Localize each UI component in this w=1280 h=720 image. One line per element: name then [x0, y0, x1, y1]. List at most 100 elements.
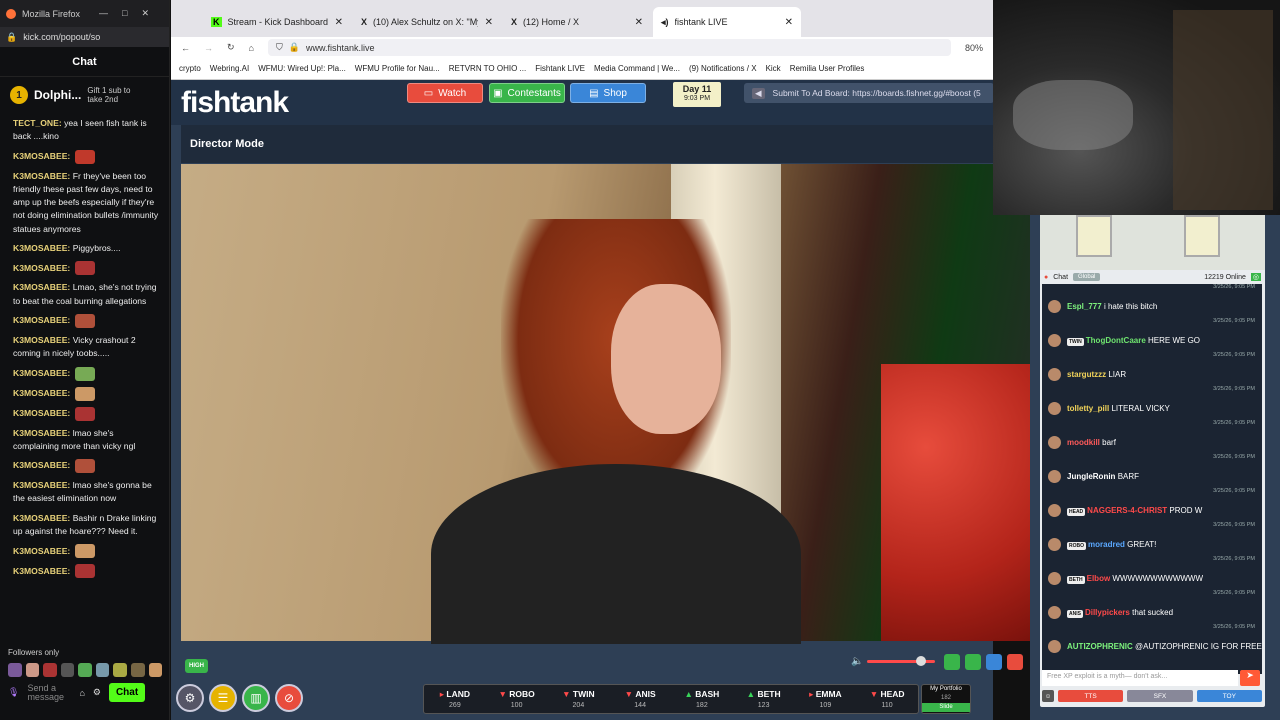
- global-tab[interactable]: Global: [1073, 273, 1101, 281]
- settings-icon[interactable]: ⚙: [93, 687, 101, 698]
- score-beth[interactable]: ▲ BETH 123: [733, 685, 795, 713]
- chat-username[interactable]: TECT_ONE:: [13, 118, 62, 128]
- message-input[interactable]: Send a message: [27, 683, 71, 702]
- avatar[interactable]: [1048, 470, 1061, 483]
- chat-username[interactable]: K3MOSABEE:: [13, 263, 70, 273]
- portfolio-widget[interactable]: My Portfolio 182 Slide: [921, 684, 971, 714]
- bookmark-item[interactable]: Remilia User Profiles: [790, 64, 865, 73]
- chat-username[interactable]: moodkill: [1067, 438, 1100, 447]
- score-head[interactable]: ▼ HEAD 110: [856, 685, 918, 713]
- live-video-player[interactable]: [181, 164, 1030, 644]
- chat-username[interactable]: K3MOSABEE:: [13, 408, 70, 418]
- coins-icon[interactable]: ☰: [209, 684, 237, 712]
- ban-icon[interactable]: ⊘: [275, 684, 303, 712]
- contestant-card[interactable]: [1076, 215, 1112, 257]
- bookmark-item[interactable]: WFMU: Wired Up!: Pla...: [258, 64, 346, 73]
- chat-send-button[interactable]: Chat: [108, 683, 146, 702]
- bookmark-item[interactable]: crypto: [179, 64, 201, 73]
- bookmark-item[interactable]: Kick: [766, 64, 781, 73]
- chat-username[interactable]: Espl_777: [1067, 302, 1102, 311]
- emoji-icon[interactable]: ☺: [1042, 690, 1054, 702]
- chat-username[interactable]: K3MOSABEE:: [13, 335, 70, 345]
- window-controls[interactable]: —□✕: [99, 8, 163, 19]
- chat-username[interactable]: K3MOSABEE:: [13, 243, 70, 253]
- avatar[interactable]: [1048, 504, 1061, 517]
- chat-username[interactable]: K3MOSABEE:: [13, 566, 70, 576]
- cast-icon[interactable]: [965, 654, 981, 670]
- forward-icon[interactable]: →: [204, 43, 213, 53]
- home-icon[interactable]: ⌂: [249, 43, 254, 53]
- sfx-button[interactable]: SFX: [1127, 690, 1193, 702]
- chat-username[interactable]: Dillypickers: [1085, 608, 1130, 617]
- chat-username[interactable]: K3MOSABEE:: [13, 368, 70, 378]
- browser-tab[interactable]: ◂) fishtank LIVE ✕: [653, 7, 801, 37]
- bookmark-item[interactable]: RETVRN TO OHIO ...: [449, 64, 527, 73]
- kick-url-bar[interactable]: 🔒 kick.com/popout/so: [0, 27, 169, 47]
- chat-username[interactable]: Elbow: [1087, 574, 1111, 583]
- avatar[interactable]: [1048, 572, 1061, 585]
- chat-username[interactable]: K3MOSABEE:: [13, 151, 70, 161]
- record-icon[interactable]: [1007, 654, 1023, 670]
- address-bar[interactable]: ⛉ 🔒 www.fishtank.live: [267, 39, 951, 56]
- chat-username[interactable]: K3MOSABEE:: [13, 546, 70, 556]
- chat-username[interactable]: K3MOSABEE:: [13, 428, 70, 438]
- reload-icon[interactable]: ↻: [227, 42, 235, 53]
- tts-button[interactable]: TTS: [1057, 690, 1124, 702]
- browser-tab[interactable]: X (12) Home / X ✕: [503, 7, 651, 37]
- score-land[interactable]: ▸ LAND 269: [424, 685, 486, 713]
- fullscreen-icon[interactable]: [986, 654, 1002, 670]
- close-tab-icon[interactable]: ✕: [785, 17, 793, 28]
- chat-username[interactable]: stargutzzz: [1067, 370, 1106, 379]
- chat-username[interactable]: K3MOSABEE:: [13, 282, 70, 292]
- chat-username[interactable]: ThogDontCaare: [1086, 336, 1146, 345]
- avatar[interactable]: [1048, 402, 1061, 415]
- portfolio-action[interactable]: Slide: [922, 703, 970, 712]
- speaker-icon[interactable]: 🔈: [851, 656, 863, 667]
- mic-icon[interactable]: 🎙: [8, 687, 19, 698]
- browser-tab[interactable]: X (10) Alex Schultz on X: "My New ✕: [353, 7, 501, 37]
- emote-row[interactable]: [8, 663, 163, 677]
- chat-username[interactable]: K3MOSABEE:: [13, 480, 70, 490]
- chat-username[interactable]: K3MOSABEE:: [13, 315, 70, 325]
- users-icon[interactable]: ◎: [1250, 273, 1261, 281]
- volume-slider[interactable]: [867, 656, 935, 666]
- inventory-icon[interactable]: ▥: [242, 684, 270, 712]
- watch-button[interactable]: ▭ Watch: [407, 83, 483, 103]
- avatar[interactable]: [1048, 300, 1061, 313]
- back-icon[interactable]: ←: [181, 43, 190, 53]
- toy-button[interactable]: TOY: [1196, 690, 1263, 702]
- chat-username[interactable]: tolletty_pill: [1067, 404, 1109, 413]
- gift-icon[interactable]: ⌂: [79, 688, 84, 698]
- bookmark-item[interactable]: Media Command | We...: [594, 64, 680, 73]
- chat-username[interactable]: moradred: [1088, 540, 1125, 549]
- quality-badge[interactable]: HIGH: [185, 659, 208, 673]
- chat-username[interactable]: AUTIZOPHRENIC: [1067, 642, 1133, 651]
- score-bash[interactable]: ▲ BASH 182: [671, 685, 733, 713]
- bookmark-item[interactable]: Fishtank LIVE: [535, 64, 585, 73]
- contestants-button[interactable]: ▣ Contestants: [489, 83, 565, 103]
- captions-icon[interactable]: [944, 654, 960, 670]
- ad-board-banner[interactable]: ◀ Submit To Ad Board: https://boards.fis…: [744, 83, 994, 103]
- avatar[interactable]: [1048, 436, 1061, 449]
- score-emma[interactable]: ▸ EMMA 109: [795, 685, 857, 713]
- contestant-card[interactable]: [1184, 215, 1220, 257]
- pinned-gifter[interactable]: 1 Dolphi... Gift 1 sub to take 2nd: [0, 77, 169, 113]
- avatar[interactable]: [1048, 640, 1061, 653]
- send-icon[interactable]: ➤: [1240, 670, 1260, 686]
- bookmark-item[interactable]: (9) Notifications / X: [689, 64, 757, 73]
- fishtank-logo[interactable]: fishtank: [181, 86, 289, 120]
- chat-username[interactable]: NAGGERS-4-CHRIST: [1087, 506, 1167, 515]
- chat-input[interactable]: Free XP exploit is a myth— don't ask...: [1042, 670, 1238, 686]
- avatar[interactable]: [1048, 606, 1061, 619]
- score-robo[interactable]: ▼ ROBO 100: [486, 685, 548, 713]
- score-twin[interactable]: ▼ TWIN 204: [548, 685, 610, 713]
- chat-username[interactable]: K3MOSABEE:: [13, 460, 70, 470]
- browser-tab[interactable]: K Stream - Kick Dashboard ✕: [203, 7, 351, 37]
- chat-username[interactable]: K3MOSABEE:: [13, 513, 70, 523]
- avatar[interactable]: [1048, 334, 1061, 347]
- close-tab-icon[interactable]: ✕: [335, 17, 343, 28]
- close-tab-icon[interactable]: ✕: [485, 17, 493, 28]
- avatar[interactable]: [1048, 368, 1061, 381]
- bookmark-item[interactable]: WFMU Profile for Nau...: [355, 64, 440, 73]
- score-anis[interactable]: ▼ ANIS 144: [609, 685, 671, 713]
